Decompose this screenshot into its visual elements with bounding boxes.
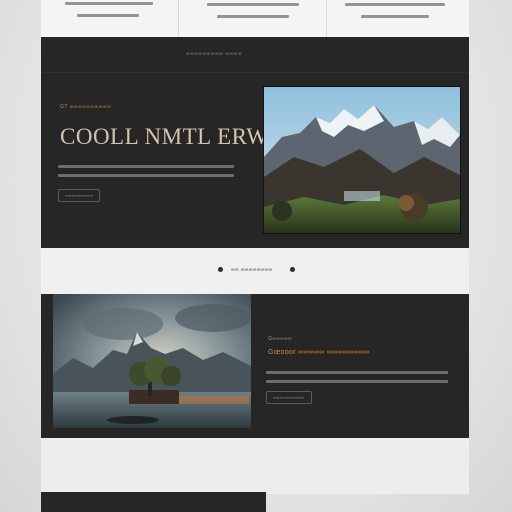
card-text-line — [207, 3, 299, 6]
feature-paragraph-line — [266, 371, 448, 374]
hero-eyebrow: Ω? ∞∞∞∞∞∞∞∞∞∞ — [60, 104, 112, 110]
pager-label: ∞∞ ∞∞∞∞∞∞∞∞ — [231, 267, 273, 273]
feature-cta-button[interactable]: ∞∞∞∞∞∞∞∞∞∞ — [266, 391, 312, 404]
nav-links[interactable]: ∞∞∞∞∞∞∞∞∞ ∞∞∞∞ — [0, 51, 428, 57]
card-text-line — [65, 2, 153, 5]
feature-eyebrow: Ω∞∞∞∞∞ — [268, 336, 292, 342]
card-text-line — [217, 15, 289, 18]
hero-cta-button[interactable]: ∞∞∞∞∞∞∞∞∞ — [58, 189, 101, 202]
bottom-section — [41, 438, 469, 494]
card-text-line — [345, 3, 445, 6]
feature-card-1[interactable] — [41, 0, 179, 37]
hero-paragraph-line — [58, 174, 234, 177]
feature-title: Gœooor ∞∞∞∞∞ ∞∞∞∞∞∞∞∞ — [268, 349, 370, 356]
mountain-image — [264, 87, 460, 233]
feature-card-2[interactable] — [179, 0, 327, 37]
pager-dot-prev[interactable] — [218, 267, 223, 272]
hero-paragraph-line — [58, 165, 234, 168]
card-text-line — [77, 14, 139, 17]
pager-dot-next[interactable] — [290, 267, 295, 272]
card-text-line — [361, 15, 429, 18]
footer-block — [41, 492, 266, 512]
tree-island-image — [53, 294, 251, 428]
feature-paragraph-line — [266, 380, 448, 383]
feature-card-3[interactable] — [327, 0, 469, 37]
